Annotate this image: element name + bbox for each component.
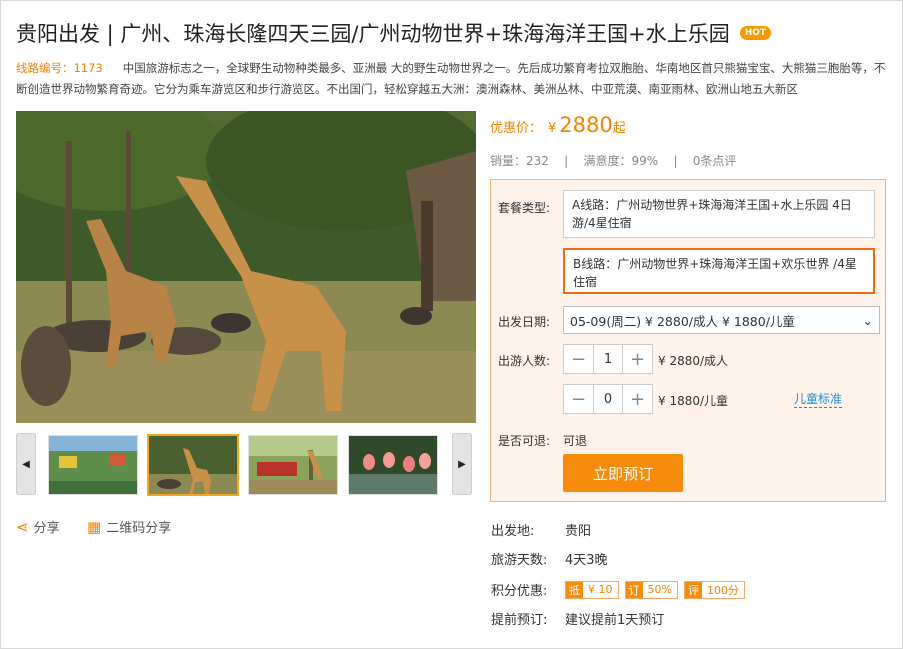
giraffe-scene-image (16, 111, 476, 423)
package-option-b[interactable]: B线路：广州动物世界+珠海海洋王国+欢乐世界 /4星住宿 (563, 248, 875, 294)
refund-label: 是否可退: (498, 434, 551, 448)
next-arrow-button[interactable]: ▶ (452, 433, 472, 495)
adult-plus-button[interactable]: + (623, 345, 652, 373)
route-description: 线路编号：1173 中国旅游标志之一，全球野生动物种类最多、亚洲最 大的野生动物世… (16, 58, 886, 100)
adult-minus-button[interactable]: − (564, 345, 593, 373)
main-photo[interactable] (16, 111, 476, 423)
adult-price: ¥ 2880/成人 (658, 354, 729, 368)
price-suffix: 起 (612, 121, 626, 136)
stats-sep-2: | (673, 154, 678, 168)
page-title: 贵阳出发 | 广州、珠海长隆四天三园/广州动物世界+珠海海洋王国+水上乐园 HO… (16, 18, 772, 48)
qr-share-label: 二维码分享 (106, 521, 172, 536)
review-count[interactable]: 0条点评 (693, 154, 737, 168)
advance-booking-value: 建议提前1天预订 (565, 613, 665, 628)
child-standard-link[interactable]: 儿童标准 (794, 390, 843, 408)
stats-line: 销量：232 | 满意度：99% | 0条点评 (490, 152, 736, 169)
order-icon: 订 (625, 581, 643, 598)
stats-sep-1: | (564, 154, 569, 168)
thumbnail-strip: ◀ ▶ (16, 433, 476, 497)
refund-value: 可退 (563, 434, 588, 448)
price-label: 优惠价： (490, 121, 543, 136)
depart-place-row: 出发地: 贵阳 (491, 520, 591, 539)
people-count-label: 出游人数: (498, 354, 551, 368)
share-label: 分享 (33, 521, 60, 536)
travel-days-value: 4天3晚 (565, 553, 608, 568)
package-type-label: 套餐类型: (498, 201, 551, 215)
child-quantity-stepper: − 0 + (563, 384, 653, 414)
share-icon: ⋖ (16, 517, 29, 536)
title-text: 贵阳出发 | 广州、珠海长隆四天三园/广州动物世界+珠海海洋王国+水上乐园 (16, 22, 730, 46)
points-tag-order: 订 50% (624, 580, 678, 599)
points-row: 积分优惠: 抵 ¥ 10 订 50% 评 100分 (491, 580, 751, 599)
price-amount: 2880 (559, 113, 613, 137)
booking-panel: 套餐类型: A线路：广州动物世界+珠海海洋王国+水上乐园 4日游/4星住宿 B线… (490, 179, 886, 502)
advance-booking-label: 提前预订: (491, 613, 548, 628)
thumbnail-cable-car[interactable] (48, 435, 138, 495)
train-thumbnail-image (249, 436, 337, 494)
review-icon: 评 (684, 581, 702, 598)
cable-car-thumbnail-image (49, 436, 137, 494)
flamingos-thumbnail-image (349, 436, 437, 494)
prev-arrow-button[interactable]: ◀ (16, 433, 36, 495)
price-row: 优惠价： ¥ 2880 起 (490, 113, 626, 137)
travel-days-row: 旅游天数: 4天3晚 (491, 549, 608, 568)
adult-count-input[interactable]: 1 (593, 345, 623, 373)
chevron-left-icon: ◀ (22, 458, 30, 470)
thumbnail-giraffes[interactable] (147, 434, 239, 496)
package-option-a[interactable]: A线路：广州动物世界+珠海海洋王国+水上乐园 4日游/4星住宿 (563, 190, 875, 238)
order-value: 50% (647, 583, 672, 596)
child-count-input[interactable]: 0 (593, 385, 623, 413)
thumbnail-flamingos[interactable] (348, 435, 438, 495)
depart-place-label: 出发地: (491, 524, 535, 539)
review-value: 100分 (706, 583, 739, 597)
price-currency: ¥ (548, 121, 557, 136)
deduct-icon: 抵 (566, 581, 583, 598)
description-text: 中国旅游标志之一，全球野生动物种类最多、亚洲最 大的野生动物世界之一。先后成功繁… (16, 61, 886, 96)
child-minus-button[interactable]: − (564, 385, 593, 413)
depart-date-value: 05-09(周二) ¥ 2880/成人 ¥ 1880/儿童 (570, 313, 795, 329)
advance-booking-row: 提前预订: 建议提前1天预订 (491, 609, 664, 628)
chevron-down-icon: ⌄ (862, 312, 873, 328)
travel-days-label: 旅游天数: (491, 553, 548, 568)
child-plus-button[interactable]: + (623, 385, 652, 413)
sales-count: 销量：232 (490, 154, 549, 168)
share-button[interactable]: ⋖ 分享 (16, 517, 60, 537)
points-label: 积分优惠: (491, 584, 548, 599)
child-price: ¥ 1880/儿童 (658, 394, 729, 408)
satisfaction-rate: 满意度：99% (583, 154, 659, 168)
thumbnail-train[interactable] (248, 435, 338, 495)
deduct-value: ¥ 10 (588, 583, 613, 596)
chevron-right-icon: ▶ (458, 458, 466, 470)
route-code: 线路编号：1173 (16, 61, 103, 75)
points-tag-review: 评 100分 (683, 580, 745, 599)
depart-date-label: 出发日期: (498, 315, 551, 329)
book-now-button[interactable]: 立即预订 (563, 454, 683, 492)
qr-code-icon: ▦ (87, 517, 102, 536)
depart-date-select[interactable]: 05-09(周二) ¥ 2880/成人 ¥ 1880/儿童 ⌄ (563, 306, 880, 334)
points-tag-deduct: 抵 ¥ 10 (565, 580, 619, 599)
depart-place-value: 贵阳 (565, 524, 592, 539)
qr-share-button[interactable]: ▦ 二维码分享 (87, 517, 172, 537)
adult-quantity-stepper: − 1 + (563, 344, 653, 374)
giraffes-thumbnail-image (149, 436, 237, 494)
hot-badge: HOT (739, 26, 772, 40)
